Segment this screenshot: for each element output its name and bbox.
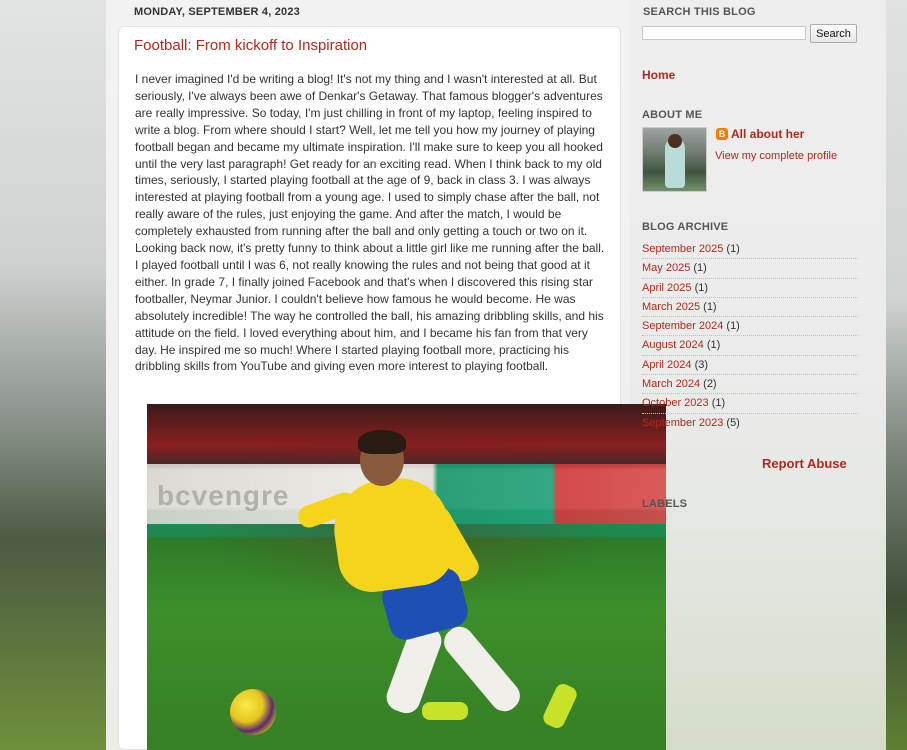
- archive-list: September 2025 (1) May 2025 (1) April 20…: [642, 240, 858, 433]
- archive-item: October 2023 (1): [642, 394, 858, 414]
- archive-link[interactable]: May 2025: [642, 262, 690, 274]
- archive-count: (1): [694, 281, 709, 294]
- profile-name-link[interactable]: All about her: [731, 127, 804, 141]
- archive-item: September 2025 (1): [642, 240, 858, 260]
- post-date-header: MONDAY, SEPTEMBER 4, 2023: [134, 6, 300, 18]
- archive-count: (1): [711, 397, 726, 410]
- background-scenery-left: [0, 0, 106, 750]
- home-link[interactable]: Home: [642, 68, 675, 82]
- archive-link[interactable]: March 2025: [642, 301, 700, 313]
- archive-count: (5): [726, 416, 740, 429]
- archive-link[interactable]: April 2024: [642, 359, 692, 371]
- search-heading: SEARCH THIS BLOG: [643, 6, 756, 18]
- archive-item: September 2024 (1): [642, 317, 858, 337]
- post-body: I never imagined I'd be writing a blog! …: [135, 72, 605, 374]
- profile-photo[interactable]: [642, 127, 707, 192]
- archive-item: March 2024 (2): [642, 375, 858, 395]
- archive-heading: BLOG ARCHIVE: [642, 221, 729, 233]
- labels-heading: LABELS: [642, 498, 688, 510]
- archive-link[interactable]: April 2025: [642, 282, 692, 294]
- background-scenery-right: [886, 0, 907, 750]
- archive-item: May 2025 (1): [642, 259, 858, 279]
- player-right-boot: [540, 681, 580, 731]
- about-heading: ABOUT ME: [642, 109, 703, 121]
- archive-count: (1): [693, 262, 707, 275]
- archive-count: (1): [726, 320, 740, 333]
- archive-link[interactable]: September 2025: [642, 243, 723, 255]
- archive-item: March 2025 (1): [642, 298, 858, 318]
- archive-count: (1): [703, 300, 717, 313]
- archive-item: August 2024 (1): [642, 336, 858, 356]
- view-profile-link[interactable]: View my complete profile: [715, 150, 837, 162]
- search-input[interactable]: [642, 26, 806, 40]
- player-left-boot: [422, 702, 468, 720]
- archive-link[interactable]: October 2023: [642, 397, 709, 409]
- archive-count: (2): [703, 378, 717, 391]
- ad-banner-graphic: bcvengre: [157, 480, 290, 511]
- archive-item: September 2023 (5): [642, 414, 858, 433]
- post-image-footballer[interactable]: bcvengre: [147, 404, 666, 750]
- archive-link[interactable]: August 2024: [642, 339, 704, 351]
- search-button[interactable]: Search: [810, 24, 857, 43]
- archive-item: April 2024 (3): [642, 356, 858, 376]
- profile-face: [668, 134, 682, 148]
- archive-count: (3): [694, 358, 709, 371]
- archive-link[interactable]: September 2024: [642, 320, 723, 332]
- report-abuse-link[interactable]: Report Abuse: [762, 456, 847, 471]
- player-hair: [358, 430, 406, 454]
- football-ball: [230, 689, 276, 735]
- archive-link[interactable]: September 2023: [642, 417, 723, 429]
- blogger-icon: B: [716, 128, 728, 140]
- post-title[interactable]: Football: From kickoff to Inspiration: [134, 37, 367, 54]
- archive-link[interactable]: March 2024: [642, 378, 700, 390]
- archive-item: April 2025 (1): [642, 279, 858, 298]
- archive-count: (1): [726, 243, 740, 255]
- archive-count: (1): [706, 339, 721, 352]
